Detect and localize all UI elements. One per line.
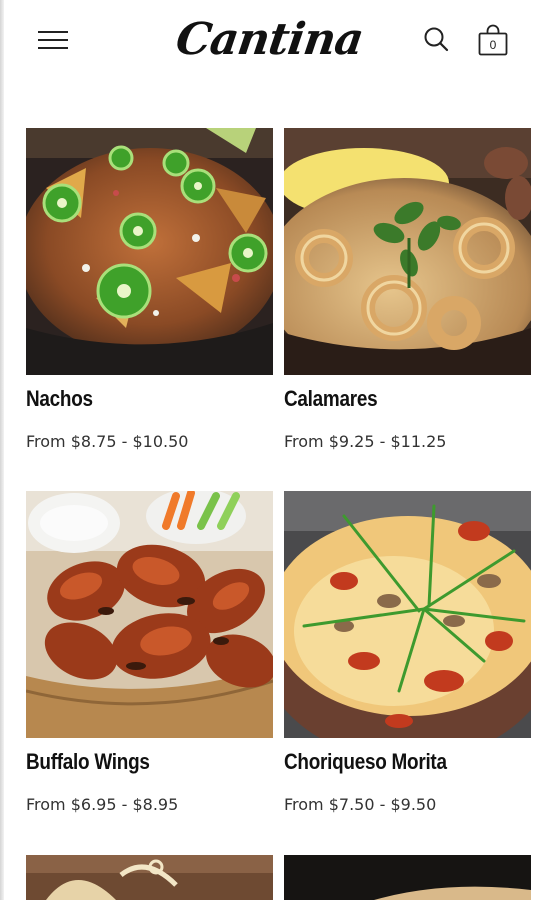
product-price: From $8.75 - $10.50 xyxy=(26,432,189,451)
search-icon xyxy=(424,27,449,52)
cart-count: 0 xyxy=(489,38,497,52)
product-image-choriqueso-morita[interactable] xyxy=(284,491,531,738)
menu-bar xyxy=(38,31,68,33)
site-logo[interactable]: Cantina xyxy=(173,7,366,71)
cart-button[interactable]: 0 xyxy=(476,24,510,58)
product-price: From $6.95 - $8.95 xyxy=(26,795,179,814)
menu-bar xyxy=(38,39,68,41)
product-name[interactable]: Choriqueso Morita xyxy=(284,749,531,781)
search-button[interactable] xyxy=(422,25,450,53)
menu-button[interactable] xyxy=(38,28,68,52)
product-price: From $7.50 - $9.50 xyxy=(284,795,437,814)
site-header: Cantina 0 xyxy=(0,0,541,82)
product-image-partial[interactable] xyxy=(284,855,531,900)
window-edge xyxy=(0,0,4,900)
product-name-text[interactable]: Choriqueso Morita xyxy=(284,749,447,775)
product-name[interactable]: Nachos xyxy=(26,386,273,418)
product-name-text[interactable]: Nachos xyxy=(26,386,93,412)
product-price: From $9.25 - $11.25 xyxy=(284,432,447,451)
product-image-nachos[interactable] xyxy=(26,128,273,375)
menu-bar xyxy=(38,47,68,49)
product-image-partial[interactable] xyxy=(26,855,273,900)
product-name[interactable]: Calamares xyxy=(284,386,531,418)
product-name[interactable]: Buffalo Wings xyxy=(26,749,273,781)
product-name-text[interactable]: Buffalo Wings xyxy=(26,749,150,775)
product-image-buffalo-wings[interactable] xyxy=(26,491,273,738)
product-image-calamares[interactable] xyxy=(284,128,531,375)
product-name-text[interactable]: Calamares xyxy=(284,386,378,412)
